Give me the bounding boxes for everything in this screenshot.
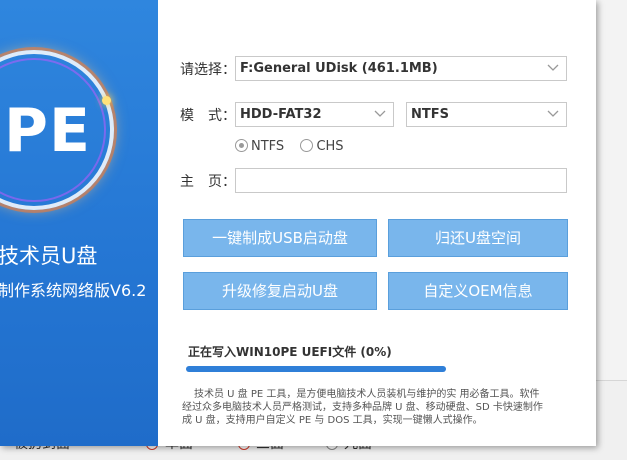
format-radio-group: NTFS CHS [235,139,344,154]
radio-ntfs-label: NTFS [251,139,285,154]
progress-fill [186,366,446,372]
make-usb-boot-button[interactable]: 一键制成USB启动盘 [183,219,377,257]
filesystem-select[interactable]: NTFS [406,102,567,127]
chevron-down-icon [547,64,559,71]
restore-space-button[interactable]: 归还U盘空间 [388,219,568,257]
upgrade-repair-button[interactable]: 升级修复启动U盘 [183,272,377,310]
description-line: 技术员 U 盘 PE 工具，是方便电脑技术人员装机与维护的实 用必备工具。软件 [194,389,540,400]
mode-select-value: HDD-FAT32 [240,107,322,122]
radio-chs-label: CHS [316,139,344,154]
radio-ntfs[interactable] [235,139,248,152]
homepage-input[interactable] [235,168,567,193]
custom-oem-button[interactable]: 自定义OEM信息 [388,272,568,310]
description: 技术员 U 盘 PE 工具，是方便电脑技术人员装机与维护的实 用必备工具。软件 … [182,388,572,427]
drive-select-value: F:General UDisk (461.1MB) [240,61,438,76]
brand-panel: PE 技术员U盘 制作系统网络版V6.2 [0,0,158,446]
mode-label: 模 式： [180,108,236,124]
logo-text: PE [4,96,91,166]
filesystem-select-value: NTFS [411,107,449,122]
description-line: 成 U 盘，支持用户自定义 PE 与 DOS 工具，实现一键懒人式操作。 [182,415,483,426]
brand-subtitle: 制作系统网络版V6.2 [0,281,147,300]
brand-title: 技术员U盘 [0,244,98,268]
home-label: 主 页： [180,174,236,190]
background-divider [596,380,627,381]
chevron-down-icon [547,110,559,117]
description-line: 经过众多电脑技术人员严格测试，支持多种品牌 U 盘、移动硬盘、SD 卡快速制作 [182,402,543,413]
select-label: 请选择： [180,62,236,78]
main-window: PE 技术员U盘 制作系统网络版V6.2 请选择： F:General UDis… [0,0,596,446]
progress-status: 正在写入WIN10PE UEFI文件 (0%) [188,345,392,359]
mode-select[interactable]: HDD-FAT32 [235,102,394,127]
drive-select[interactable]: F:General UDisk (461.1MB) [235,56,567,81]
logo-sparkle [102,96,111,105]
radio-chs[interactable] [300,139,314,152]
progress-bar [186,366,446,372]
chevron-down-icon [374,110,386,117]
